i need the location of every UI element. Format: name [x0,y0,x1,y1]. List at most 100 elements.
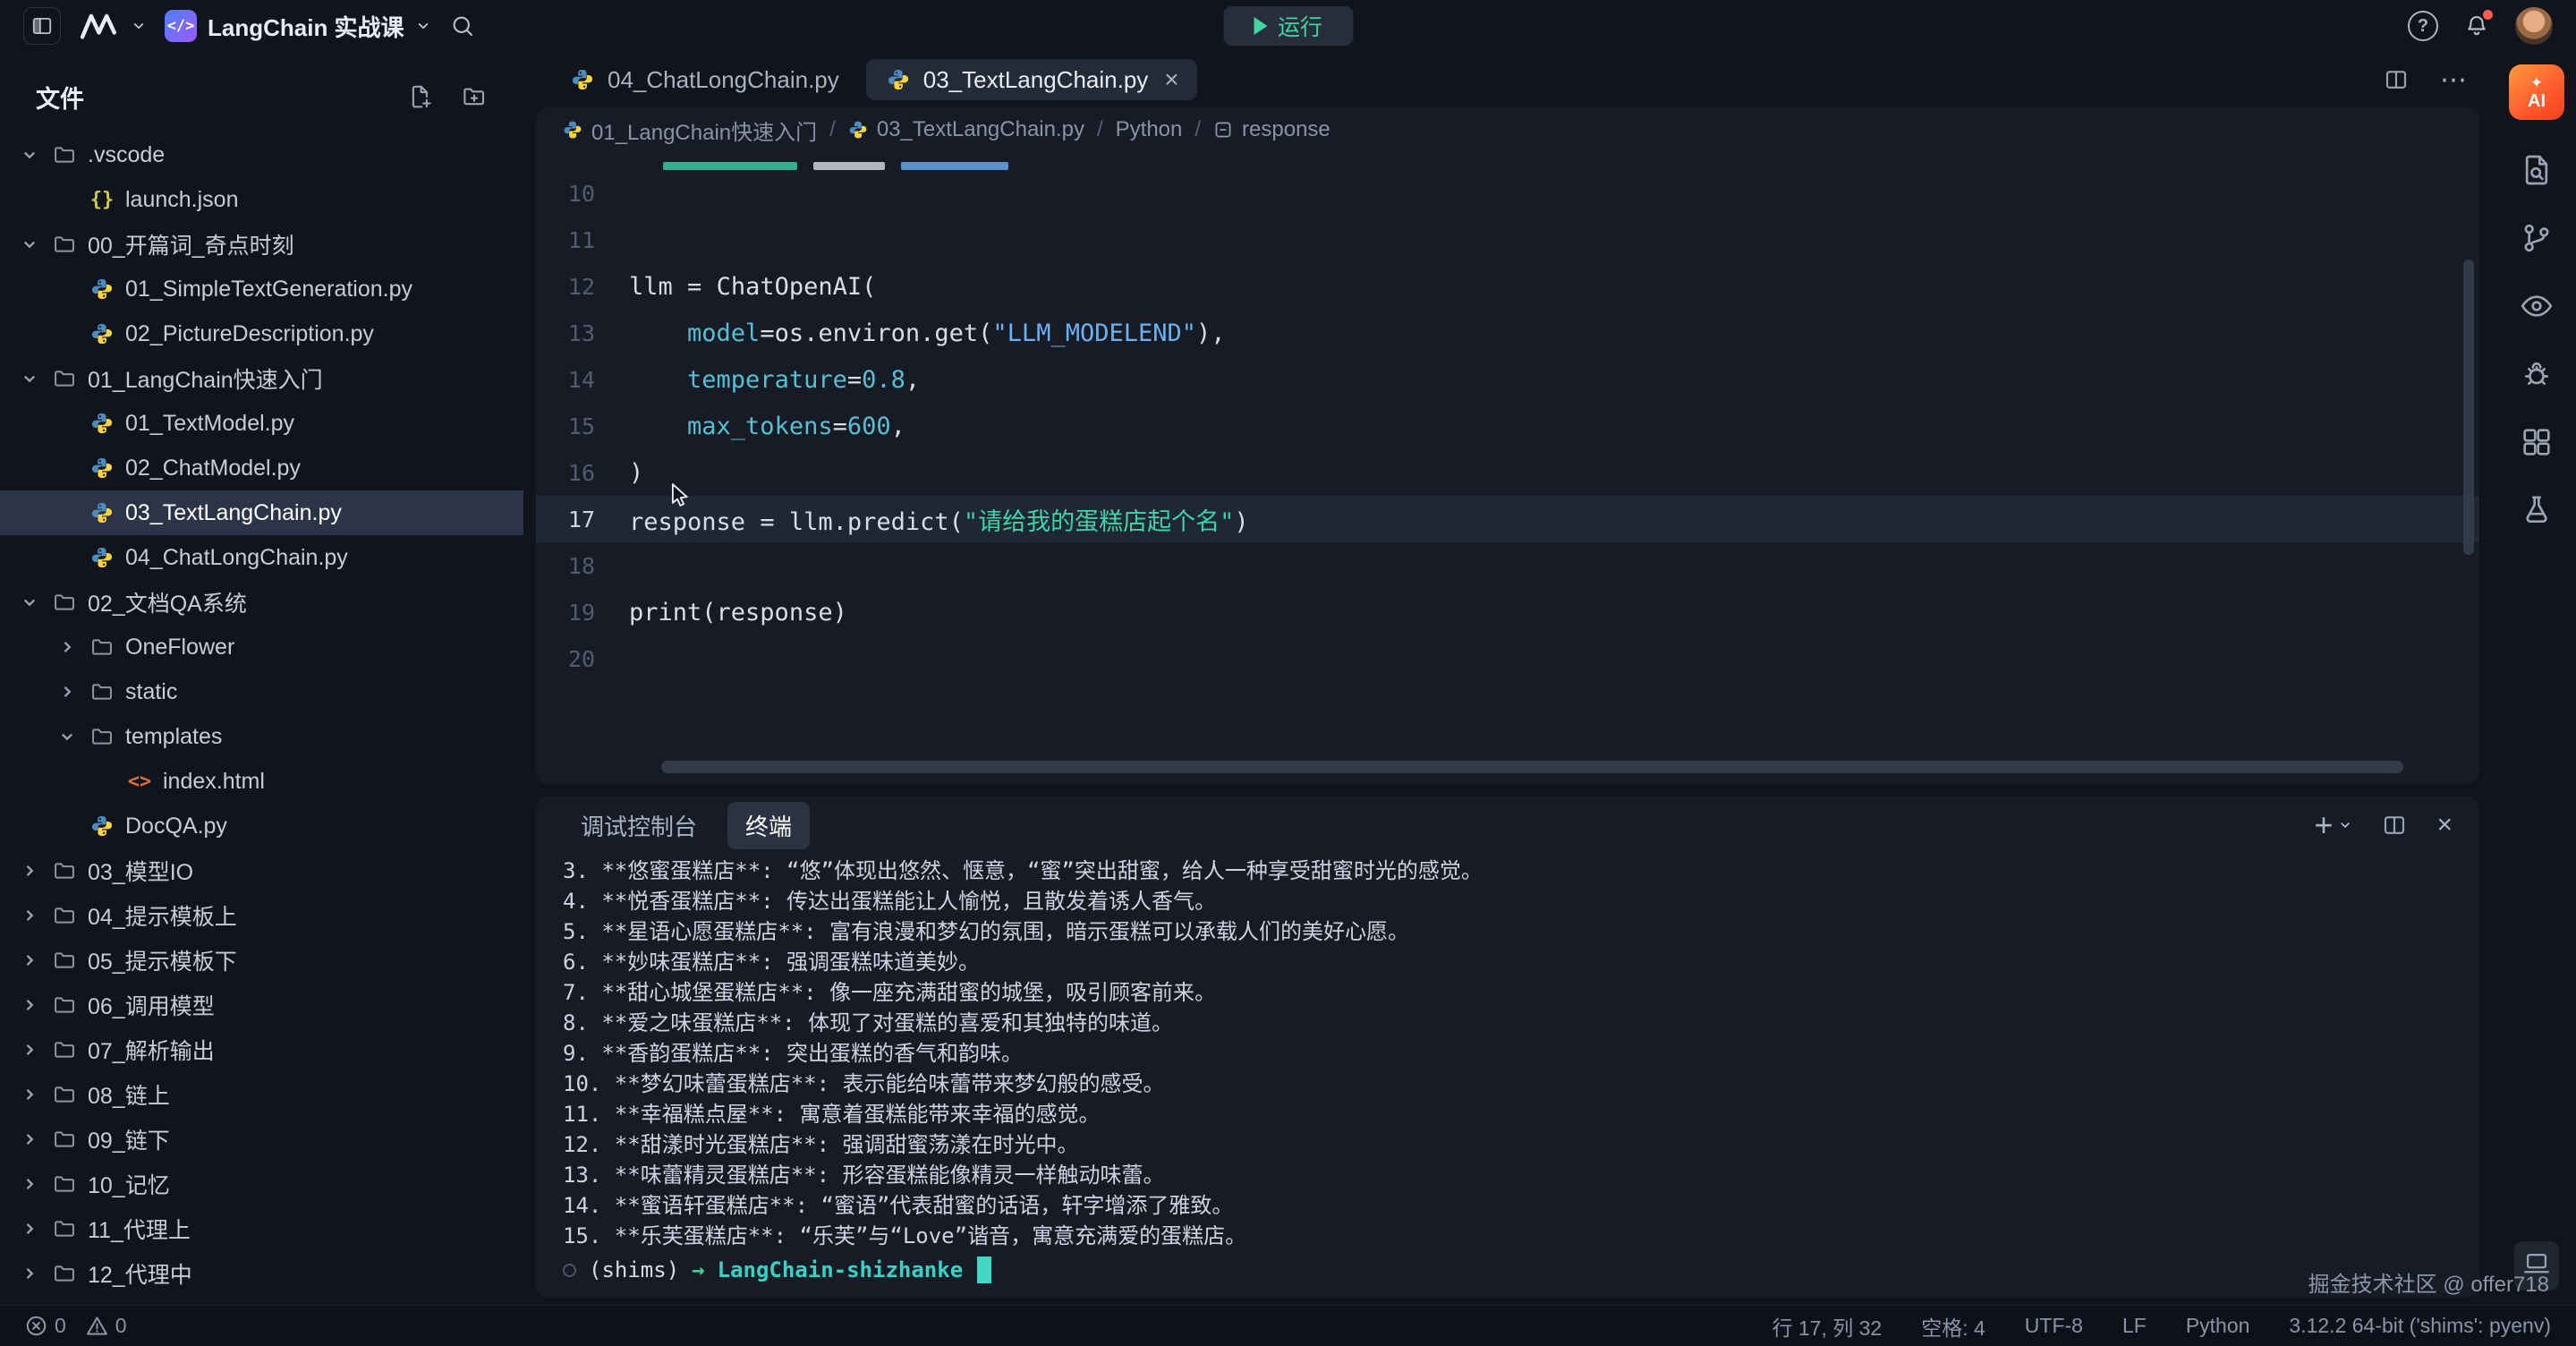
problems-errors[interactable]: 0 [25,1314,66,1338]
chevron-right-icon[interactable] [18,1083,41,1106]
tree-item-folder[interactable]: 01_LangChain快速入门 [0,356,523,401]
notifications-button[interactable] [2463,13,2490,39]
new-file-icon[interactable] [407,83,434,110]
run-button[interactable]: 运行 [1223,6,1353,46]
tree-item-folder[interactable]: 07_解析输出 [0,1027,523,1072]
tree-item-folder[interactable]: 04_提示模板上 [0,893,523,938]
extensions-grid-icon[interactable] [2519,424,2555,460]
tree-item-folder[interactable]: 09_链下 [0,1117,523,1162]
code-line[interactable]: 10 [536,170,2479,217]
tree-item-folder[interactable]: 08_链上 [0,1072,523,1117]
code-line[interactable]: 18 [536,542,2479,589]
tree-item-file[interactable]: 02_PictureDescription.py [0,311,523,356]
new-folder-icon[interactable] [461,83,488,110]
code-line[interactable]: 16) [536,449,2479,496]
encoding[interactable]: UTF-8 [2025,1314,2083,1338]
chevron-right-icon[interactable] [18,1172,41,1196]
tree-item-file[interactable]: 01_SimpleTextGeneration.py [0,267,523,311]
chevron-down-icon[interactable] [18,233,41,256]
tree-item-file[interactable]: 01_TextModel.py [0,401,523,446]
tab-03-textlangchain[interactable]: 03_TextLangChain.py × [866,59,1197,100]
interpreter[interactable]: 3.12.2 64-bit ('shims': pyenv) [2289,1314,2551,1338]
chevron-right-icon[interactable] [18,859,41,882]
horizontal-scrollbar[interactable] [661,761,2403,773]
ai-assistant-button[interactable]: ✦ AI [2509,64,2564,120]
code-area[interactable]: 101112llm = ChatOpenAI(13 model=os.envir… [536,152,2479,784]
breadcrumb-item[interactable]: 03_TextLangChain.py [848,117,1084,142]
code-line[interactable]: 17response = llm.predict("请给我的蛋糕店起个名") [536,496,2479,542]
breadcrumb-item[interactable]: Python [1116,117,1183,142]
chevron-right-icon[interactable] [18,1038,41,1061]
tree-item-file[interactable]: 03_TextLangChain.py [0,490,523,535]
tree-item-folder[interactable]: 00_开篇词_奇点时刻 [0,222,523,267]
debug-bug-icon[interactable] [2519,356,2555,392]
tree-item-file[interactable]: 04_ChatLongChain.py [0,535,523,580]
tree-item-folder[interactable]: .vscode [0,132,523,177]
tree-item-folder[interactable]: 10_记忆 [0,1162,523,1206]
avatar[interactable] [2515,7,2553,45]
chevron-right-icon[interactable] [18,904,41,927]
tab-terminal[interactable]: 终端 [727,802,810,849]
tree-item-folder[interactable]: templates [0,714,523,759]
language-mode[interactable]: Python [2186,1314,2250,1338]
chevron-right-icon[interactable] [18,1128,41,1151]
clipped-code-line [536,152,2479,170]
tab-debug-console[interactable]: 调试控制台 [563,802,715,849]
source-control-icon[interactable] [2519,220,2555,256]
tree-item-folder[interactable]: 12_代理中 [0,1251,523,1296]
help-icon[interactable]: ? [2408,11,2438,41]
chevron-right-icon[interactable] [18,949,41,972]
tree-item-folder[interactable]: 02_文档QA系统 [0,580,523,625]
tree-item-folder[interactable]: 03_模型IO [0,848,523,893]
chevron-down-icon[interactable] [55,725,79,748]
terminal-output[interactable]: 3. **悠蜜蛋糕店**: “悠”体现出悠然、惬意，“蜜”突出甜蜜，给人一种享受… [536,854,2479,1298]
test-flask-icon[interactable] [2519,492,2555,528]
tree-item-folder[interactable]: 06_调用模型 [0,983,523,1027]
problems-warnings[interactable]: 0 [86,1314,127,1338]
breadcrumb-item[interactable]: response [1213,117,1331,142]
breadcrumb-item[interactable]: 01_LangChain快速入门 [563,115,817,146]
code-lines: 101112llm = ChatOpenAI(13 model=os.envir… [536,170,2479,682]
workspace-switcher[interactable] [79,12,147,40]
tree-item-folder[interactable]: 13_代理下 [0,1296,523,1305]
code-line[interactable]: 14 temperature=0.8, [536,356,2479,403]
chevron-down-icon[interactable] [18,367,41,390]
tree-item-folder[interactable]: 05_提示模板下 [0,938,523,983]
code-line[interactable]: 20 [536,635,2479,682]
search-icon[interactable] [449,13,476,39]
chevron-right-icon[interactable] [18,993,41,1017]
sidebar-toggle-button[interactable] [23,7,61,45]
tree-item-file[interactable]: {}launch.json [0,177,523,222]
chevron-right-icon[interactable] [18,1217,41,1240]
indentation[interactable]: 空格: 4 [1921,1311,1985,1342]
code-line[interactable]: 12llm = ChatOpenAI( [536,263,2479,310]
close-icon[interactable]: × [1164,67,1178,92]
more-actions-icon[interactable]: ⋯ [2440,64,2467,96]
tab-04-chatlongchain[interactable]: 04_ChatLongChain.py [550,59,857,100]
code-line[interactable]: 15 max_tokens=600, [536,403,2479,449]
tree-item-file[interactable]: 02_ChatModel.py [0,446,523,490]
chevron-right-icon[interactable] [18,1262,41,1285]
code-line[interactable]: 13 model=os.environ.get("LLM_MODELEND"), [536,310,2479,356]
new-terminal-button[interactable]: + [2314,809,2352,841]
code-line[interactable]: 19print(response) [536,589,2479,635]
project-switcher[interactable]: </> LangChain 实战课 [165,10,431,43]
file-search-icon[interactable] [2519,152,2555,188]
tree-item-folder[interactable]: OneFlower [0,625,523,669]
split-editor-icon[interactable] [2383,66,2410,93]
code-line[interactable]: 11 [536,217,2479,263]
tree-item-file[interactable]: <>index.html [0,759,523,804]
tree-item-folder[interactable]: 11_代理上 [0,1206,523,1251]
eol-style[interactable]: LF [2122,1314,2147,1338]
cursor-position[interactable]: 行 17, 列 32 [1772,1311,1882,1342]
chevron-down-icon[interactable] [18,143,41,166]
split-terminal-icon[interactable] [2381,812,2408,839]
chevron-right-icon[interactable] [55,680,79,703]
preview-eye-icon[interactable] [2519,288,2555,324]
tree-item-folder[interactable]: static [0,669,523,714]
chevron-down-icon[interactable] [18,591,41,614]
close-panel-icon[interactable]: × [2436,810,2453,840]
chevron-right-icon[interactable] [55,635,79,659]
vertical-scrollbar[interactable] [2463,260,2474,555]
tree-item-file[interactable]: DocQA.py [0,804,523,848]
